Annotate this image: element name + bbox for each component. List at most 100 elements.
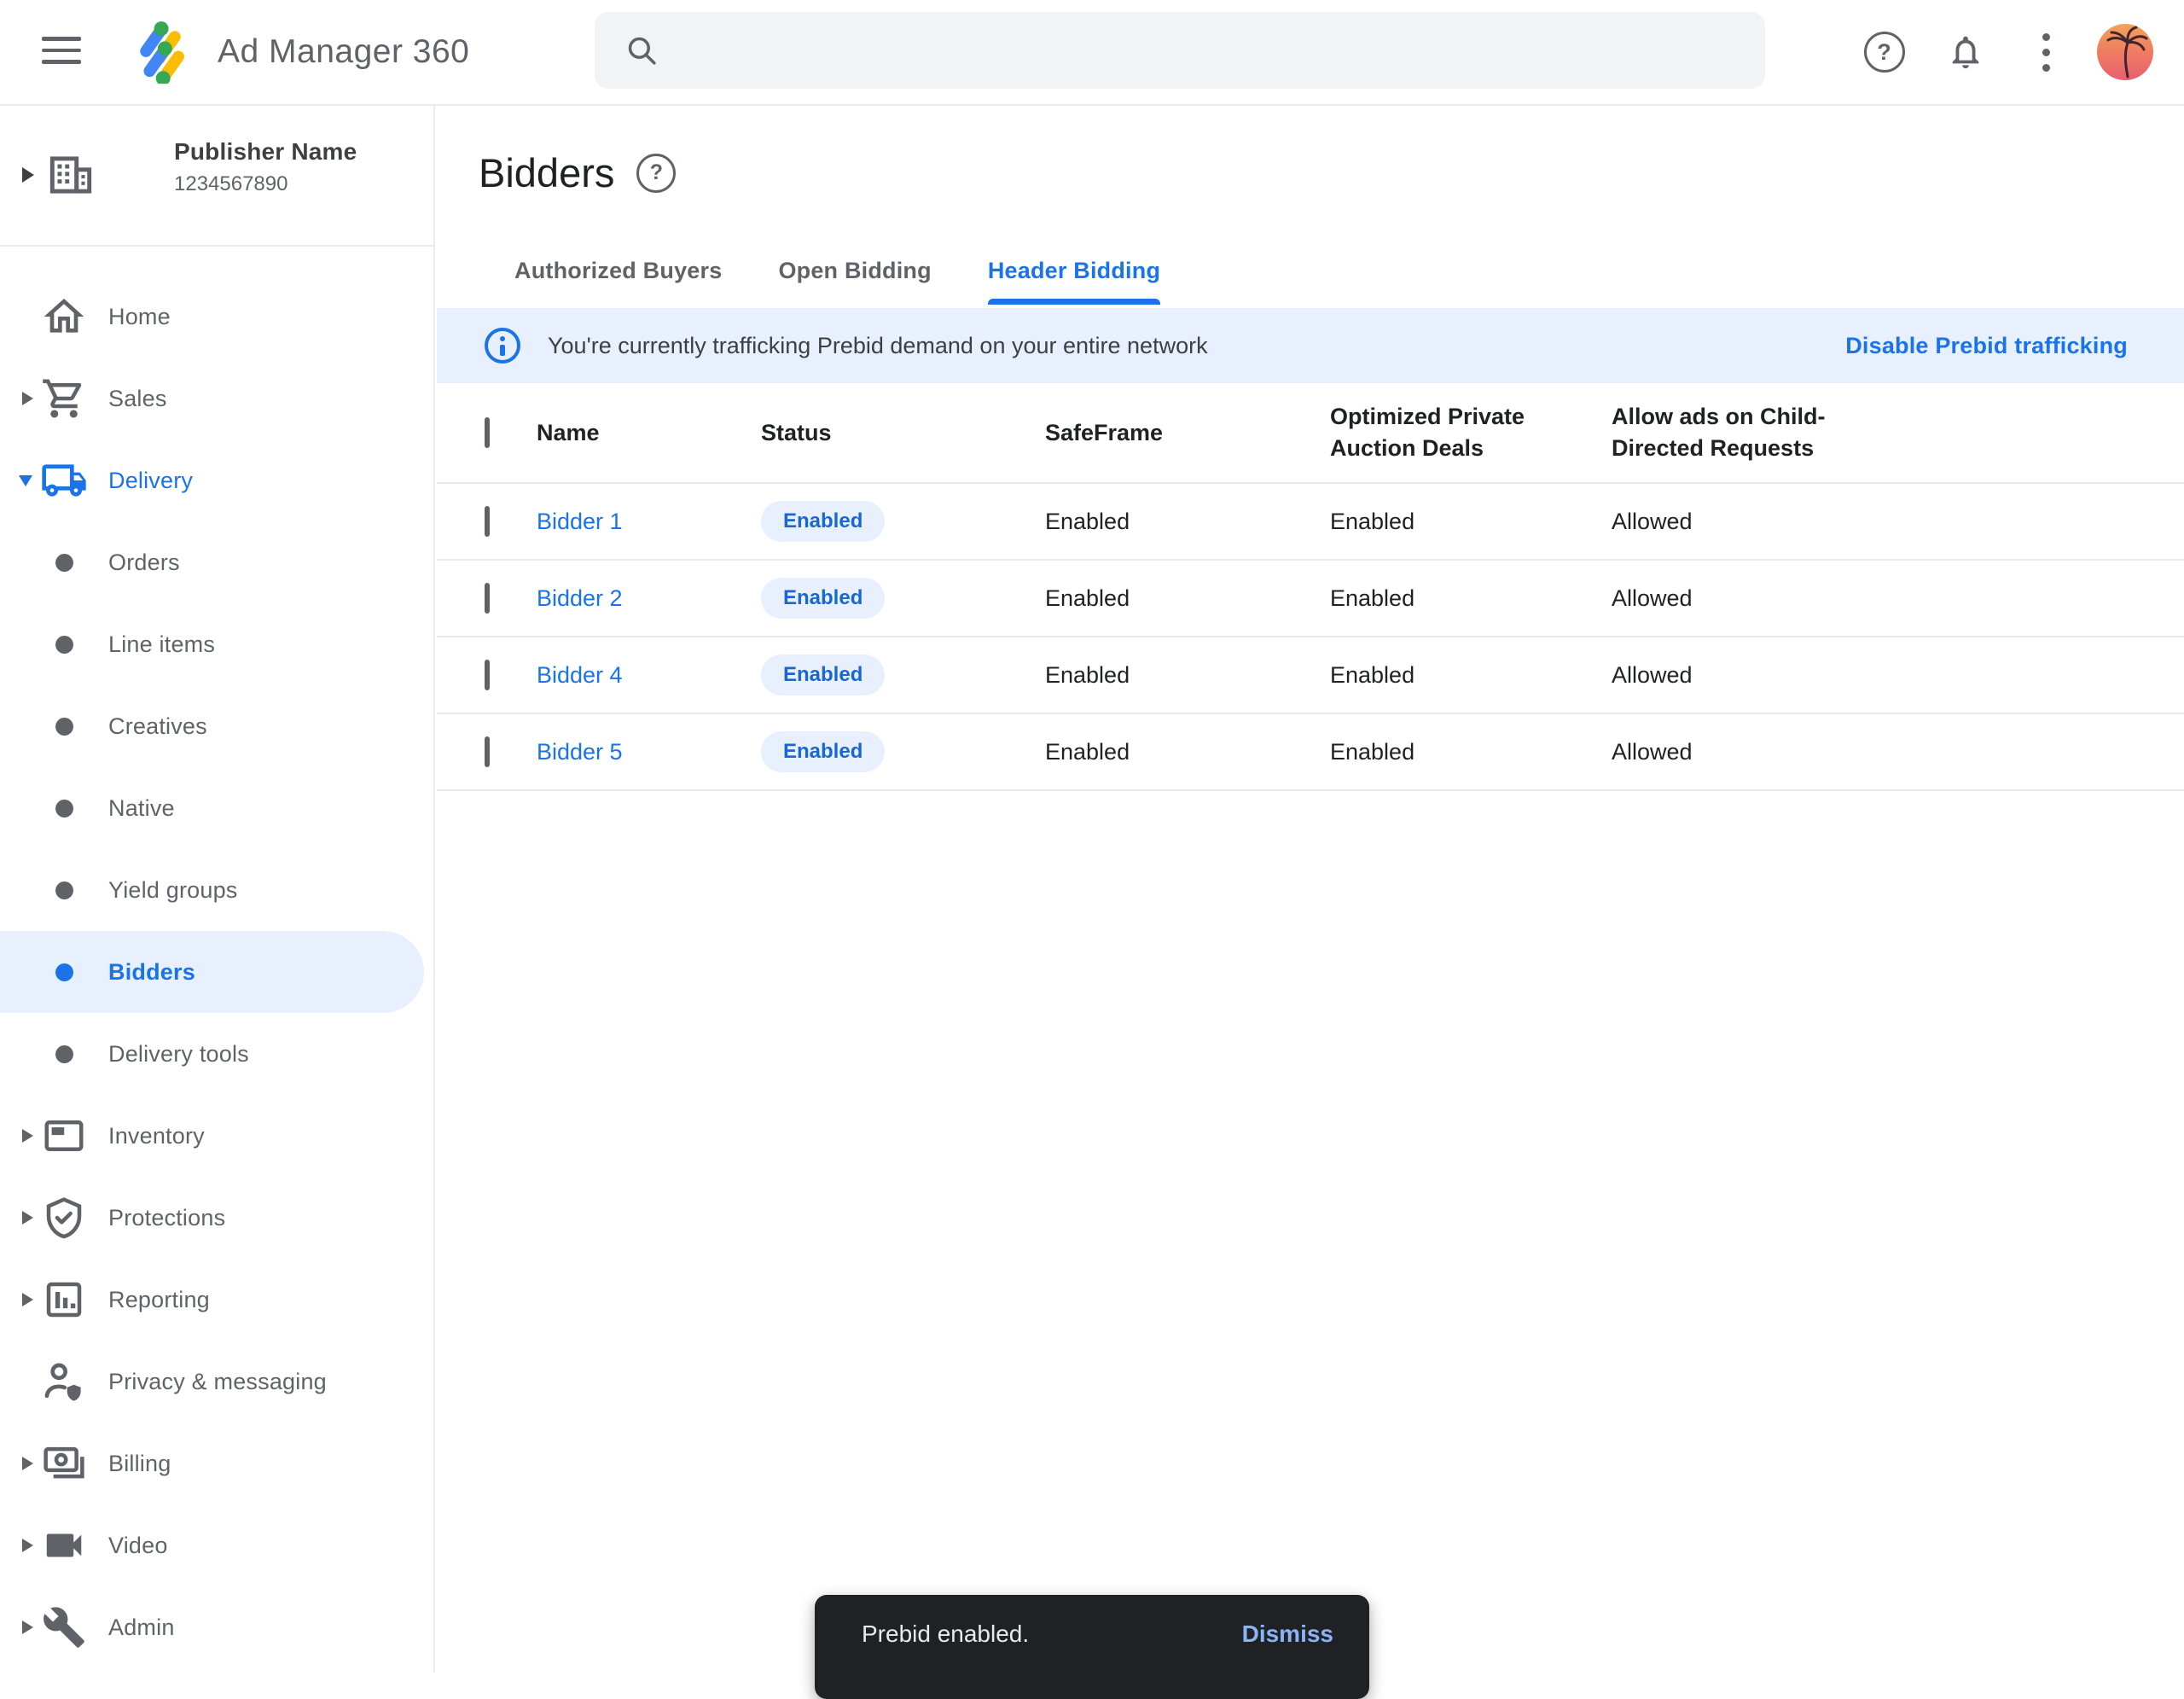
sidebar-item-billing[interactable]: Billing: [0, 1423, 433, 1504]
info-icon: [485, 328, 520, 364]
safeframe-value: Enabled: [1045, 509, 1330, 535]
collapse-arrow-icon: [19, 475, 32, 486]
sidebar-item-label: Home: [108, 304, 171, 330]
column-header-name[interactable]: Name: [537, 417, 761, 449]
person-shield-icon: [40, 1358, 88, 1405]
column-header-status[interactable]: Status: [761, 417, 1045, 449]
publisher-switcher[interactable]: Publisher Name 1234567890: [0, 106, 433, 247]
sidebar-item-privacy-messaging[interactable]: Privacy & messaging: [0, 1341, 433, 1423]
sidebar-item-label: Native: [108, 795, 175, 822]
tab-open-bidding[interactable]: Open Bidding: [778, 258, 931, 305]
building-icon: [44, 148, 97, 201]
table-row: Bidder 1 Enabled Enabled Enabled Allowed: [437, 484, 2184, 561]
bidders-table: Name Status SafeFrame Optimized Private …: [437, 383, 2184, 791]
select-all-checkbox[interactable]: [485, 417, 490, 448]
table-row: Bidder 4 Enabled Enabled Enabled Allowed: [437, 637, 2184, 714]
main-content: Bidders ? Authorized Buyers Open Bidding…: [437, 106, 2184, 1673]
sidebar-item-home[interactable]: Home: [0, 276, 433, 358]
expand-arrow-icon: [22, 167, 34, 183]
bidder-link[interactable]: Bidder 4: [537, 662, 623, 688]
page-help-icon[interactable]: ?: [636, 154, 676, 193]
row-checkbox[interactable]: [485, 736, 490, 767]
column-header-child-directed[interactable]: Allow ads on Child-Directed Requests: [1612, 401, 1833, 464]
dismiss-button[interactable]: Dismiss: [1242, 1620, 1333, 1648]
bullet-icon: [55, 882, 73, 899]
account-avatar[interactable]: [2097, 24, 2153, 80]
sidebar-item-protections[interactable]: Protections: [0, 1177, 433, 1259]
sidebar: Publisher Name 1234567890 Home Sales Del…: [0, 106, 435, 1673]
sidebar-item-label: Creatives: [108, 713, 207, 740]
sidebar-item-delivery[interactable]: Delivery: [0, 439, 433, 521]
top-header: Ad Manager 360 ?: [0, 0, 2184, 106]
bar-chart-icon: [41, 1277, 87, 1323]
expand-arrow-icon: [22, 392, 33, 405]
sidebar-item-label: Admin: [108, 1615, 175, 1641]
bell-icon: [1946, 32, 1985, 72]
sidebar-item-label: Yield groups: [108, 877, 238, 904]
more-vert-icon: [2042, 33, 2050, 72]
bullet-icon: [55, 963, 73, 981]
bidder-link[interactable]: Bidder 1: [537, 509, 623, 534]
toast-message: Prebid enabled.: [862, 1620, 1029, 1648]
banner-message: You're currently trafficking Prebid dema…: [548, 333, 1208, 359]
opad-value: Enabled: [1330, 585, 1612, 612]
ad-manager-logo-icon: [128, 19, 193, 84]
column-header-opad[interactable]: Optimized Private Auction Deals: [1330, 401, 1552, 464]
sidebar-item-creatives[interactable]: Creatives: [0, 685, 433, 767]
expand-arrow-icon: [22, 1539, 33, 1552]
inventory-icon: [41, 1113, 87, 1159]
sidebar-item-line-items[interactable]: Line items: [0, 603, 433, 685]
sidebar-item-yield-groups[interactable]: Yield groups: [0, 849, 433, 931]
row-checkbox[interactable]: [485, 506, 490, 537]
tab-authorized-buyers[interactable]: Authorized Buyers: [514, 258, 722, 305]
sidebar-item-admin[interactable]: Admin: [0, 1586, 433, 1668]
table-row: Bidder 2 Enabled Enabled Enabled Allowed: [437, 561, 2184, 637]
child-directed-value: Allowed: [1612, 739, 2184, 765]
help-button[interactable]: ?: [1844, 0, 1925, 104]
safeframe-value: Enabled: [1045, 739, 1330, 765]
bullet-icon: [55, 1045, 73, 1063]
column-header-safeframe[interactable]: SafeFrame: [1045, 417, 1330, 449]
sidebar-item-label: Delivery: [108, 468, 193, 494]
video-camera-icon: [41, 1522, 87, 1568]
publisher-id: 1234567890: [174, 172, 357, 196]
tab-bar: Authorized Buyers Open Bidding Header Bi…: [514, 258, 1160, 305]
sidebar-item-native[interactable]: Native: [0, 767, 433, 849]
expand-arrow-icon: [22, 1620, 33, 1634]
tab-header-bidding[interactable]: Header Bidding: [988, 258, 1160, 305]
page-title: Bidders: [479, 149, 614, 196]
child-directed-value: Allowed: [1612, 509, 2184, 535]
status-badge: Enabled: [761, 731, 885, 772]
opad-value: Enabled: [1330, 509, 1612, 535]
sidebar-item-label: Protections: [108, 1205, 225, 1231]
safeframe-value: Enabled: [1045, 585, 1330, 612]
status-badge: Enabled: [761, 501, 885, 542]
row-checkbox[interactable]: [485, 660, 490, 690]
sidebar-item-reporting[interactable]: Reporting: [0, 1259, 433, 1341]
menu-icon[interactable]: [42, 33, 81, 67]
child-directed-value: Allowed: [1612, 585, 2184, 612]
app-title: Ad Manager 360: [218, 0, 469, 104]
more-options-button[interactable]: [2006, 0, 2087, 104]
sidebar-item-inventory[interactable]: Inventory: [0, 1095, 433, 1177]
sidebar-item-label: Reporting: [108, 1287, 210, 1313]
sidebar-item-label: Delivery tools: [108, 1041, 249, 1068]
prebid-info-banner: You're currently trafficking Prebid dema…: [437, 308, 2184, 383]
search-input[interactable]: [682, 36, 1765, 65]
row-checkbox[interactable]: [485, 583, 490, 614]
bidder-link[interactable]: Bidder 2: [537, 585, 623, 611]
sidebar-item-bidders[interactable]: Bidders: [0, 931, 424, 1013]
global-search[interactable]: [595, 12, 1765, 89]
notifications-button[interactable]: [1925, 0, 2006, 104]
home-icon: [40, 293, 88, 340]
disable-prebid-link[interactable]: Disable Prebid trafficking: [1845, 333, 2128, 359]
sidebar-item-label: Orders: [108, 550, 180, 576]
sidebar-item-delivery-tools[interactable]: Delivery tools: [0, 1013, 433, 1095]
sidebar-item-video[interactable]: Video: [0, 1504, 433, 1586]
ad-manager-app: Ad Manager 360 ?: [0, 0, 2184, 1673]
sidebar-item-orders[interactable]: Orders: [0, 521, 433, 603]
bidder-link[interactable]: Bidder 5: [537, 739, 623, 765]
palm-tree-image: [2097, 24, 2153, 80]
sidebar-item-label: Bidders: [108, 959, 195, 986]
sidebar-item-sales[interactable]: Sales: [0, 358, 433, 439]
